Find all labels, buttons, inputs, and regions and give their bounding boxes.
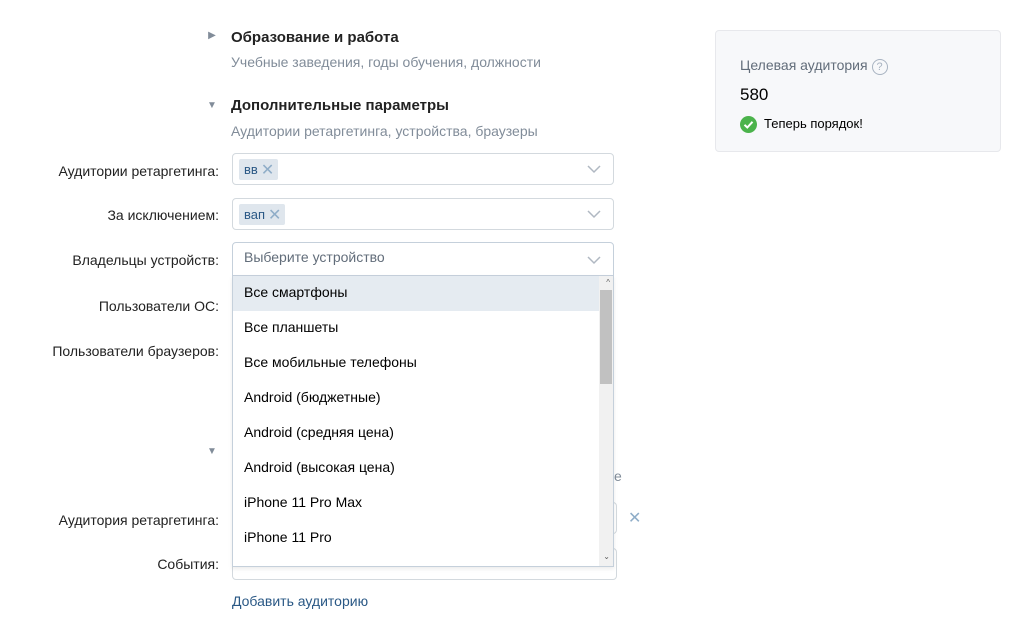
dropdown-scrollbar[interactable]: ^ ⌄	[599, 276, 613, 566]
device-option[interactable]: Android (средняя цена)	[233, 416, 600, 451]
events-label: События:	[157, 556, 219, 572]
device-option[interactable]: Android (высокая цена)	[233, 451, 600, 486]
device-dropdown-list[interactable]: Все смартфоны Все планшеты Все мобильные т…	[232, 276, 614, 567]
device-option[interactable]: Все мобильные телефоны	[233, 346, 600, 381]
check-circle-icon	[740, 116, 757, 133]
os-users-label: Пользователи ОС:	[98, 298, 219, 314]
section-subtitle-additional: Аудитории ретаргетинга, устройства, брау…	[231, 123, 538, 139]
section-title-education[interactable]: Образование и работа	[231, 29, 399, 46]
scroll-up-icon[interactable]: ^	[606, 278, 610, 287]
scrollbar-thumb[interactable]	[600, 290, 612, 384]
device-option[interactable]: Android (бюджетные)	[233, 381, 600, 416]
section-subtitle-education: Учебные заведения, годы обучения, должно…	[231, 54, 541, 70]
tag-chip: вв ✕	[239, 159, 279, 180]
device-owners-select[interactable]: Выберите устройство	[232, 242, 614, 276]
chevron-down-icon	[587, 256, 601, 265]
chevron-down-icon	[587, 165, 601, 174]
target-audience-title: Целевая аудитория?	[740, 57, 888, 75]
except-label: За исключением:	[107, 207, 219, 223]
device-option[interactable]: iPhone 11 Pro Max	[233, 486, 600, 521]
remove-tag-icon[interactable]: ✕	[261, 162, 274, 179]
expand-arrow-icon[interactable]: ▶	[207, 30, 217, 41]
remove-tag-icon[interactable]: ✕	[268, 207, 281, 224]
remove-audience-icon[interactable]: ✕	[628, 508, 641, 528]
add-audience-link[interactable]: Добавить аудиторию	[232, 593, 368, 609]
help-icon[interactable]: ?	[871, 59, 888, 75]
chevron-down-icon	[587, 210, 601, 219]
collapse-arrow-icon[interactable]: ▼	[207, 446, 217, 457]
target-audience-panel: Целевая аудитория? 580 Теперь порядок!	[715, 30, 1001, 152]
tag-chip: вап ✕	[239, 204, 286, 225]
device-option[interactable]: Все планшеты	[233, 311, 600, 346]
retargeting-audiences-select[interactable]: вв ✕	[232, 153, 614, 185]
device-option[interactable]: iPhone 11 Pro	[233, 521, 600, 556]
target-audience-title-text: Целевая аудитория	[740, 57, 868, 73]
collapse-arrow-icon[interactable]: ▼	[207, 100, 217, 111]
device-owners-label: Владельцы устройств:	[72, 252, 219, 268]
section-title-additional[interactable]: Дополнительные параметры	[231, 97, 449, 114]
hidden-subtitle-fragment: е	[614, 468, 622, 484]
retargeting-audience-label: Аудитория ретаргетинга:	[58, 512, 219, 528]
scroll-down-icon[interactable]: ⌄	[603, 552, 610, 561]
device-owners-placeholder: Выберите устройство	[244, 249, 385, 265]
retargeting-audiences-label: Аудитории ретаргетинга:	[58, 163, 219, 179]
tag-label: вап	[244, 207, 266, 222]
browser-users-label: Пользователи браузеров:	[52, 343, 219, 359]
except-select[interactable]: вап ✕	[232, 198, 614, 230]
device-option[interactable]: Все смартфоны	[233, 276, 600, 311]
audience-status: Теперь порядок!	[764, 116, 863, 131]
tag-label: вв	[244, 162, 258, 177]
audience-count: 580	[740, 85, 769, 104]
